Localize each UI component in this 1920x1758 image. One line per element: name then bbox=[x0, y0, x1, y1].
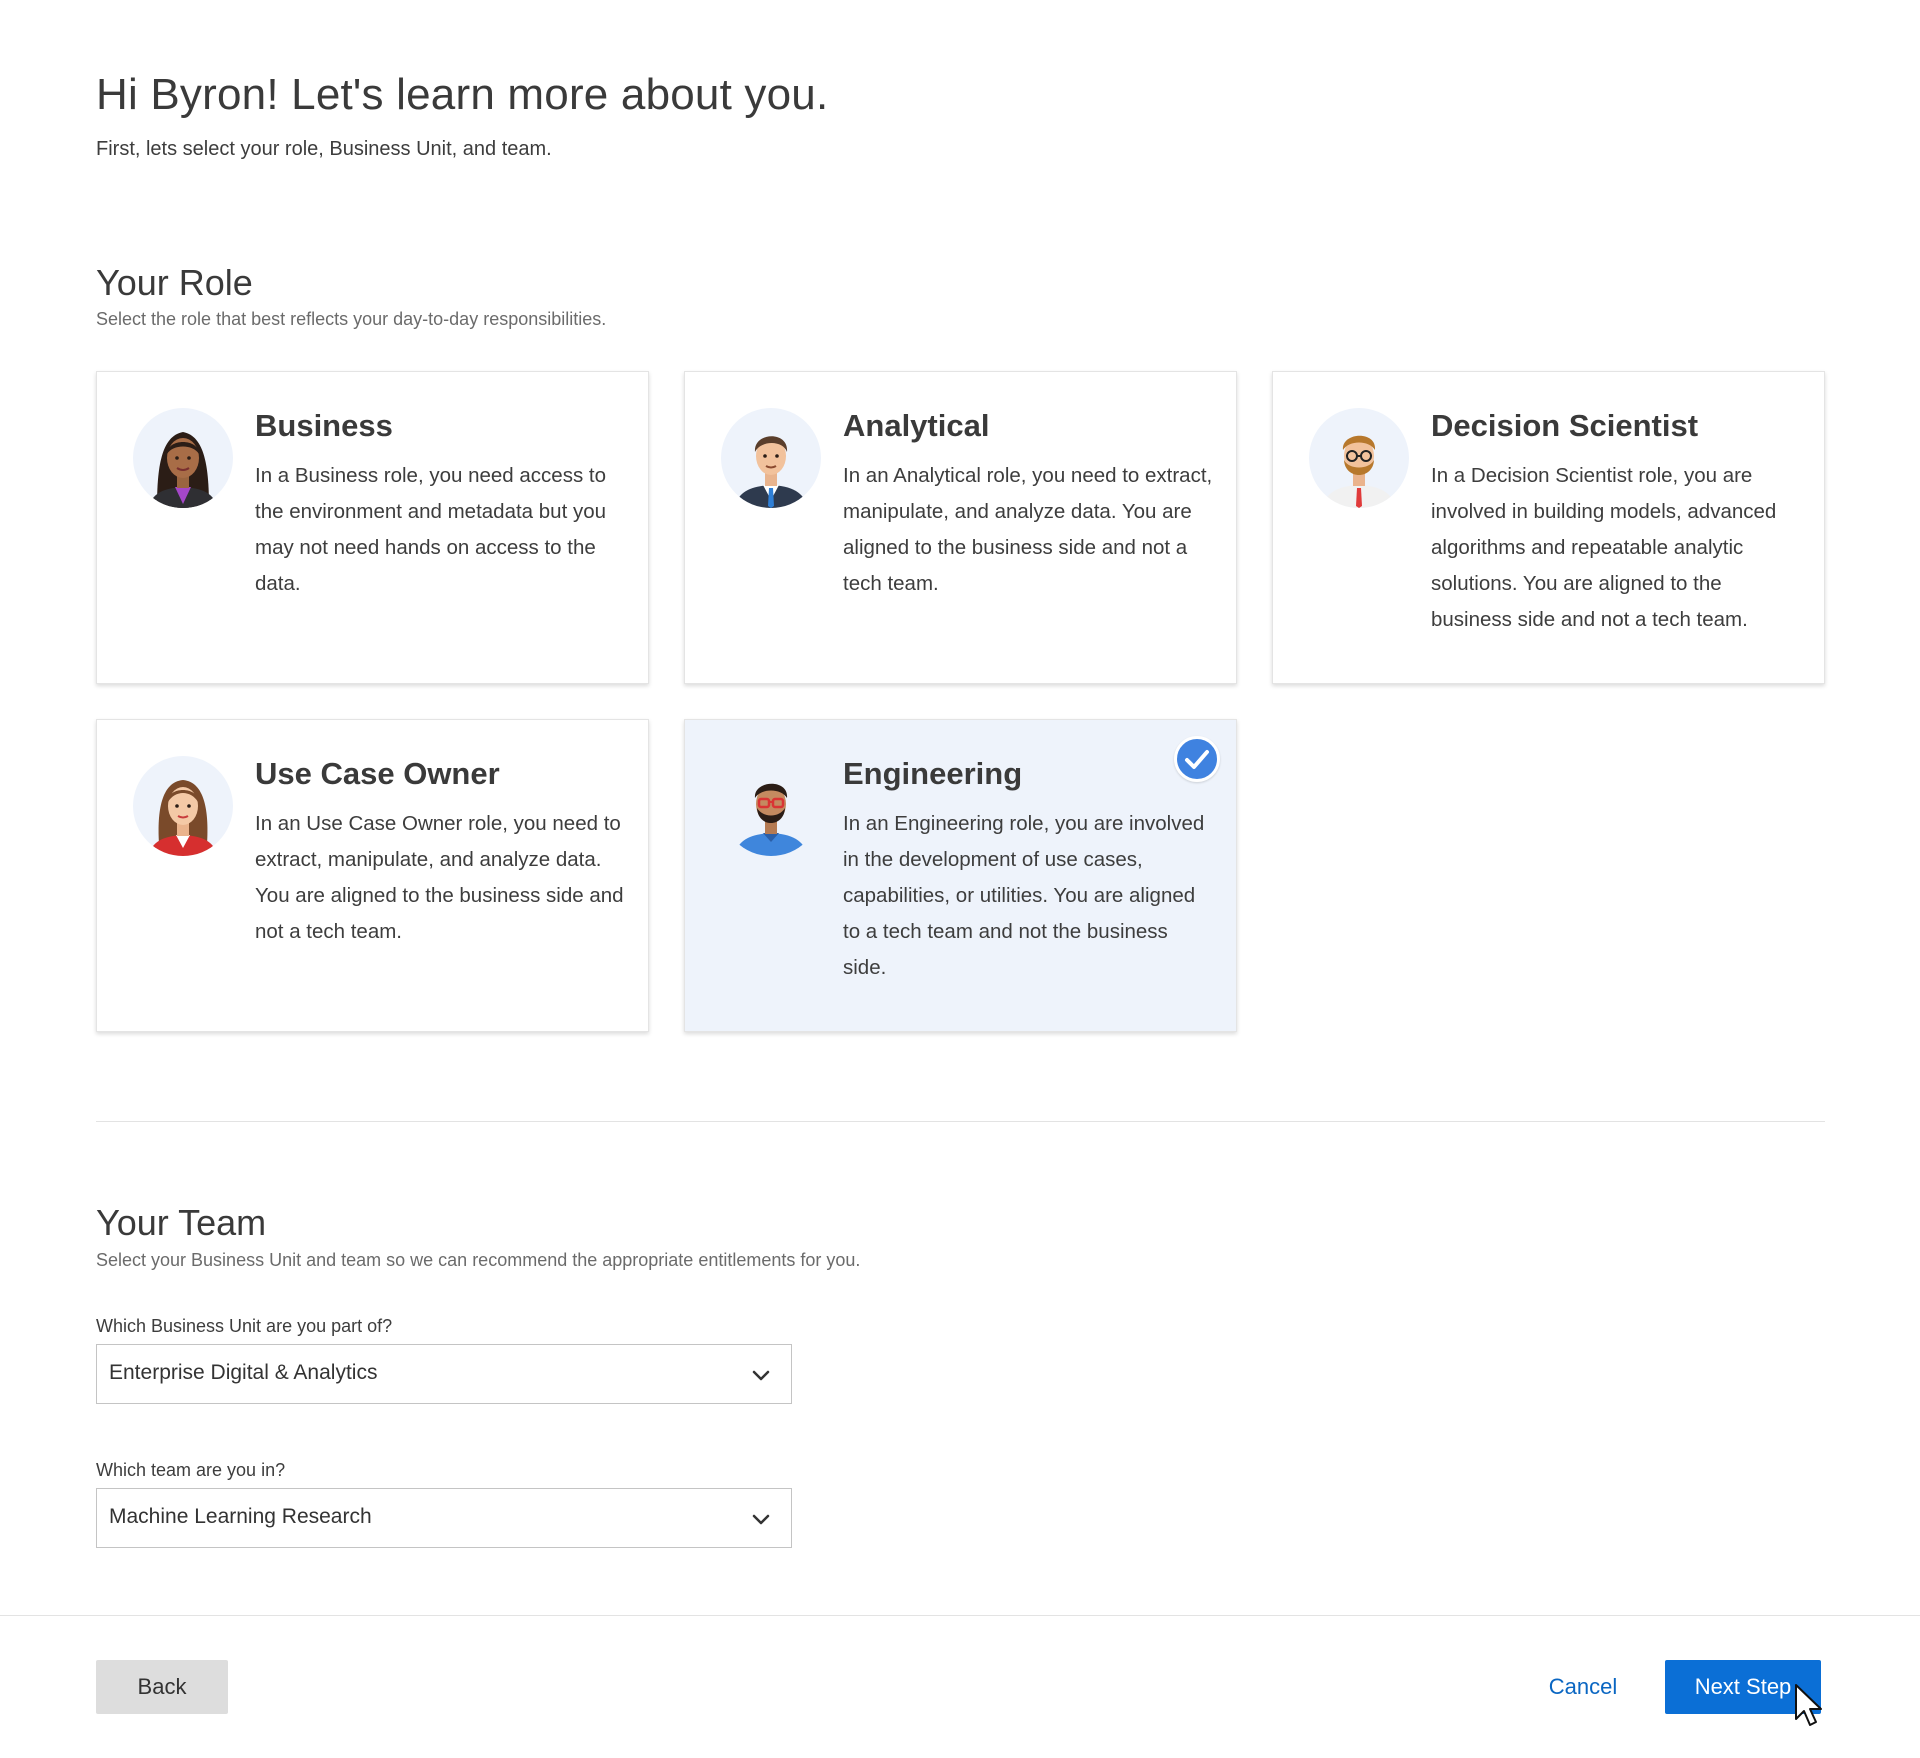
back-button[interactable]: Back bbox=[96, 1660, 228, 1714]
section-divider bbox=[96, 1121, 1825, 1122]
man-red-glasses-avatar bbox=[721, 756, 821, 856]
role-description: In an Use Case Owner role, you need to e… bbox=[255, 812, 624, 943]
role-card-analytical[interactable]: Analytical In an Analytical role, you ne… bbox=[684, 371, 1237, 684]
team-value: Machine Learning Research bbox=[109, 1505, 372, 1528]
role-card-engineering[interactable]: Engineering In an Engineering role, you … bbox=[684, 719, 1237, 1032]
role-title: Business bbox=[255, 408, 393, 443]
role-title: Decision Scientist bbox=[1431, 408, 1699, 443]
mouse-pointer-icon bbox=[1795, 1684, 1822, 1726]
man-suit-avatar bbox=[721, 408, 821, 508]
role-card-business[interactable]: Business In a Business role, you need ac… bbox=[96, 371, 649, 684]
woman-red-jacket-avatar bbox=[133, 756, 233, 856]
role-card-decision-scientist[interactable]: Decision Scientist In a Decision Scienti… bbox=[1272, 371, 1825, 684]
page-title: Hi Byron! Let's learn more about you. bbox=[96, 70, 829, 119]
chevron-down-icon bbox=[749, 1507, 773, 1531]
role-section-description: Select the role that best reflects your … bbox=[96, 309, 607, 329]
business-unit-label: Which Business Unit are you part of? bbox=[96, 1316, 393, 1336]
team-section-description: Select your Business Unit and team so we… bbox=[96, 1250, 861, 1270]
chevron-down-icon bbox=[749, 1363, 773, 1387]
role-description: In a Business role, you need access to t… bbox=[255, 464, 607, 595]
role-section-title: Your Role bbox=[96, 262, 253, 303]
role-description: In a Decision Scientist role, you are in… bbox=[1431, 464, 1777, 631]
team-label: Which team are you in? bbox=[96, 1460, 286, 1480]
team-select[interactable]: Machine Learning Research bbox=[96, 1488, 792, 1548]
page-subtitle: First, lets select your role, Business U… bbox=[96, 138, 552, 160]
footer-divider bbox=[0, 1615, 1920, 1616]
business-unit-select[interactable]: Enterprise Digital & Analytics bbox=[96, 1344, 792, 1404]
role-title: Engineering bbox=[843, 756, 1023, 791]
business-unit-value: Enterprise Digital & Analytics bbox=[109, 1361, 378, 1384]
role-title: Use Case Owner bbox=[255, 756, 500, 791]
cancel-button[interactable]: Cancel bbox=[1536, 1660, 1630, 1714]
team-section-title: Your Team bbox=[96, 1202, 267, 1243]
role-card-use-case-owner[interactable]: Use Case Owner In an Use Case Owner role… bbox=[96, 719, 649, 1032]
woman-purple-blouse-avatar bbox=[133, 408, 233, 508]
checkmark-icon bbox=[1174, 736, 1220, 782]
role-description: In an Analytical role, you need to extra… bbox=[843, 464, 1213, 595]
role-title: Analytical bbox=[843, 408, 990, 443]
man-glasses-beard-avatar bbox=[1309, 408, 1409, 508]
role-description: In an Engineering role, you are involved… bbox=[843, 812, 1205, 979]
